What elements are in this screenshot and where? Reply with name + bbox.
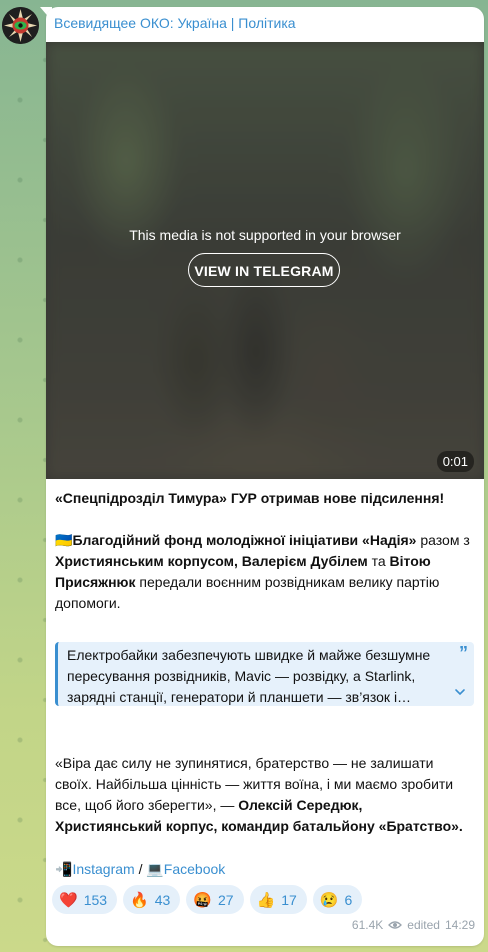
quote-mark-icon: ” [459,643,468,663]
social-links: 📲Instagram / 💻Facebook [55,861,226,877]
fire-icon: 🔥 [130,891,149,909]
reaction-count: 43 [154,891,171,908]
chevron-down-icon[interactable] [454,686,466,698]
laptop-icon: 💻 [146,861,164,877]
reaction-count: 27 [218,891,234,908]
reaction-count: 6 [344,891,353,908]
reaction-angry[interactable]: 🤬 27 [186,885,244,914]
instagram-link[interactable]: Instagram [72,861,134,877]
channel-avatar[interactable] [2,7,39,44]
message-time: 14:29 [444,918,475,932]
reaction-sad[interactable]: 😢 6 [312,885,363,914]
view-count: 61.4K [351,918,384,932]
edited-label: edited [407,918,440,932]
message-meta: 61.4K edited 14:29 [352,918,475,932]
message-bubble: Всевидящее ОКО: Україна | Політика This … [46,7,484,946]
reaction-count: 17 [281,891,297,908]
reactions-bar: ❤️ 153 🔥 43 🤬 27 👍 17 😢 6 [52,885,363,914]
thumbs-up-icon: 👍 [256,891,276,909]
view-in-telegram-button[interactable]: VIEW IN TELEGRAM [188,253,340,287]
post-paragraph-quote: «Віра дає силу не зупинятися, братерство… [55,755,463,834]
post-headline: «Спецпідрозділ Тимура» ГУР отримав нове … [55,490,445,506]
eye-icon [388,921,403,929]
sad-face-icon: 😢 [319,891,339,909]
facebook-link[interactable]: Facebook [164,861,225,877]
angry-face-icon: 🤬 [193,891,212,909]
reaction-thumbs-up[interactable]: 👍 17 [249,885,307,914]
unsupported-media-message: This media is not supported in your brow… [129,227,401,243]
video-duration: 0:01 [436,451,474,472]
reaction-count: 153 [83,891,108,908]
phone-icon: 📲 [55,861,73,877]
heart-icon: ❤️ [59,891,78,909]
quote-text: Електробайки забезпечують швидке й майже… [67,647,431,705]
channel-title[interactable]: Всевидящее ОКО: Україна | Політика [54,15,296,31]
eye-logo-icon [2,7,39,44]
expandable-quote[interactable]: Електробайки забезпечують швидке й майже… [55,642,474,706]
reaction-heart[interactable]: ❤️ 153 [52,885,118,914]
ukraine-flag-icon: 🇺🇦 [55,532,73,548]
video-preview[interactable]: This media is not supported in your brow… [46,42,484,479]
reaction-fire[interactable]: 🔥 43 [123,885,181,914]
post-paragraph-donation: 🇺🇦Благодійний фонд молодіжної ініціативи… [55,532,470,611]
